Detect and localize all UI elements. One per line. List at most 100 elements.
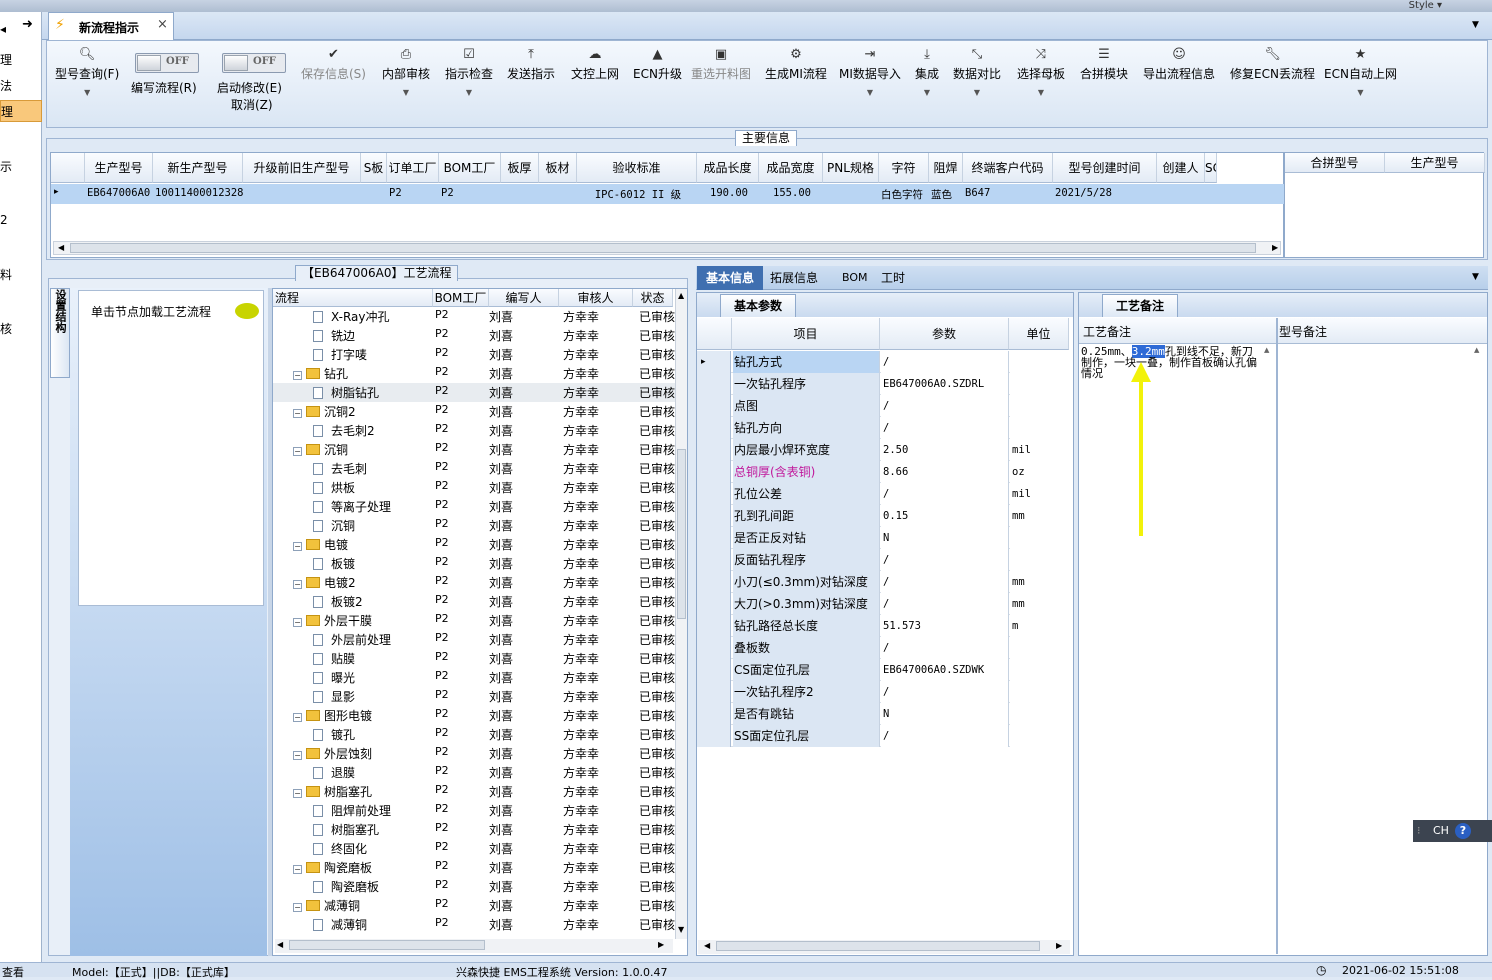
horizontal-scrollbar[interactable]: ◀ ▶ [275, 939, 673, 953]
table-cell[interactable]: P2 [439, 187, 501, 199]
column-header[interactable]: 板厚 [501, 153, 539, 183]
param-row[interactable]: 内层最小焊环宽度 2.50 mil [697, 439, 1069, 461]
tree-row[interactable]: − 钻孔 P2 刘喜 方幸幸 已审核 [273, 364, 675, 383]
collapse-icon[interactable]: − [293, 542, 302, 551]
param-row[interactable]: 点图 / [697, 395, 1069, 417]
tab-extended-info[interactable]: 拓展信息 [770, 266, 818, 290]
help-icon[interactable]: ? [1455, 823, 1471, 839]
tree-row[interactable]: − 电镀2 P2 刘喜 方幸幸 已审核 [273, 573, 675, 592]
tab-list-chevron-icon[interactable]: ▼ [1472, 272, 1479, 282]
scroll-thumb[interactable] [289, 940, 485, 950]
tree-row[interactable]: − 外层干膜 P2 刘喜 方幸幸 已审核 [273, 611, 675, 630]
param-value[interactable]: N [881, 703, 1009, 725]
scroll-thumb[interactable] [70, 243, 1256, 253]
column-header[interactable]: 成品长度 [697, 153, 759, 183]
horizontal-scrollbar[interactable]: ◀ ▶ [53, 241, 1281, 255]
table-cell[interactable]: EB647006A0 [85, 187, 153, 199]
tree-row[interactable]: − 陶瓷磨板 P2 刘喜 方幸幸 已审核 [273, 858, 675, 877]
param-value[interactable]: / [881, 681, 1009, 703]
set-structure-tab[interactable]: 设置结构 [50, 288, 70, 378]
close-tab-icon[interactable]: × [157, 17, 168, 32]
column-header[interactable]: 生产型号 [85, 153, 153, 183]
row-selector[interactable] [697, 417, 731, 439]
table-cell[interactable]: P2 [387, 187, 439, 199]
tree-row[interactable]: 陶瓷磨板 P2 刘喜 方幸幸 已审核 [273, 877, 675, 896]
row-selector[interactable] [697, 681, 731, 703]
tree-row[interactable]: 板镀2 P2 刘喜 方幸幸 已审核 [273, 592, 675, 611]
row-selector[interactable] [697, 461, 731, 483]
left-nav-item-7[interactable]: 核 [0, 318, 42, 340]
tree-row[interactable]: − 电镀 P2 刘喜 方幸幸 已审核 [273, 535, 675, 554]
scroll-thumb[interactable] [677, 449, 686, 619]
tree-row[interactable]: 树脂钻孔 P2 刘喜 方幸幸 已审核 [273, 383, 675, 402]
left-nav-item-6[interactable]: 料 [0, 264, 42, 286]
left-nav-item-3[interactable]: 理 [0, 100, 42, 122]
save-info-button[interactable]: ✔ 保存信息(S) [301, 45, 366, 82]
tree-row[interactable]: 烘板 P2 刘喜 方幸幸 已审核 [273, 478, 675, 497]
column-header[interactable]: 字符 [879, 153, 929, 183]
row-selector[interactable] [697, 505, 731, 527]
collapse-icon[interactable]: − [293, 371, 302, 380]
param-value[interactable]: / [881, 549, 1009, 571]
column-header[interactable]: 审核人 [559, 289, 633, 307]
column-header[interactable]: 阻焊 [929, 153, 963, 183]
model-note-scrollbar[interactable]: ▲ [1474, 346, 1484, 946]
collapse-icon[interactable]: − [293, 447, 302, 456]
reselect-cutting-button[interactable]: ▣ 重选开料图 [691, 45, 751, 82]
collapse-icon[interactable]: − [293, 789, 302, 798]
param-value[interactable]: N [881, 527, 1009, 549]
param-value[interactable]: / [881, 725, 1009, 747]
tree-row[interactable]: 终固化 P2 刘喜 方幸幸 已审核 [273, 839, 675, 858]
table-cell[interactable]: B647 [963, 187, 1053, 199]
table-row[interactable]: ▸ EB647006A0 10011400012328 P2 P2 IPC-6012 I… [51, 184, 1285, 204]
param-row[interactable]: 孔位公差 / mil [697, 483, 1069, 505]
data-compare-button[interactable]: ⤡ 数据对比 ▼ [953, 45, 1001, 97]
tree-row[interactable]: 树脂塞孔 P2 刘喜 方幸幸 已审核 [273, 820, 675, 839]
param-row[interactable]: ▸ 钻孔方式 / [697, 351, 1069, 373]
row-selector[interactable] [697, 527, 731, 549]
column-header[interactable]: 型号创建时间 [1053, 153, 1157, 183]
param-value[interactable]: / [881, 483, 1009, 505]
row-selector[interactable] [697, 571, 731, 593]
row-selector[interactable] [697, 593, 731, 615]
internal-review-button[interactable]: ⎙ 内部审核 ▼ [382, 45, 430, 97]
collapse-icon[interactable]: − [293, 903, 302, 912]
scroll-right-icon[interactable]: ▶ [1272, 243, 1278, 252]
table-cell[interactable]: 155.00 [759, 187, 823, 199]
scroll-left-icon[interactable]: ◀ [704, 941, 710, 950]
horizontal-scrollbar[interactable]: ◀ ▶ [698, 940, 1070, 954]
column-header[interactable]: 验收标准 [577, 153, 697, 183]
tree-row[interactable]: 减薄铜 P2 刘喜 方幸幸 已审核 [273, 915, 675, 934]
tree-row[interactable]: 阻焊前处理 P2 刘喜 方幸幸 已审核 [273, 801, 675, 820]
integrate-button[interactable]: ⤓ 集成 ▼ [915, 45, 939, 97]
row-selector[interactable] [697, 373, 731, 395]
tree-row[interactable]: 贴膜 P2 刘喜 方幸幸 已审核 [273, 649, 675, 668]
param-value[interactable]: 51.573 [881, 615, 1009, 637]
column-header[interactable]: 创建人 [1157, 153, 1205, 183]
column-header[interactable]: 状态 [633, 289, 673, 307]
ime-indicator[interactable]: ⁝ CH ? [1413, 820, 1492, 842]
tree-row[interactable]: 镀孔 P2 刘喜 方幸幸 已审核 [273, 725, 675, 744]
collapse-icon[interactable]: − [293, 409, 302, 418]
row-selector[interactable] [697, 615, 731, 637]
send-indicator-button[interactable]: ⤒ 发送指示 [507, 45, 555, 82]
row-selector[interactable] [697, 483, 731, 505]
collapse-icon[interactable]: − [293, 713, 302, 722]
process-note-textarea[interactable]: 0.25mm、3.2mm孔到线不足，新刀制作，一块一叠，制作首板确认孔偏情况 [1081, 345, 1261, 406]
param-value[interactable]: / [881, 637, 1009, 659]
column-header[interactable]: 成品宽度 [759, 153, 823, 183]
param-row[interactable]: CS面定位孔层 EB647006A0.SZDWK [697, 659, 1069, 681]
table-cell[interactable]: 白色字符 [879, 187, 929, 202]
start-modify-toggle[interactable]: OFF [222, 53, 286, 73]
tree-row[interactable]: 显影 P2 刘喜 方幸幸 已审核 [273, 687, 675, 706]
collapse-icon[interactable]: − [293, 865, 302, 874]
tree-row[interactable]: − 沉铜2 P2 刘喜 方幸幸 已审核 [273, 402, 675, 421]
scroll-right-icon[interactable]: ▶ [658, 940, 664, 949]
repair-ecn-button[interactable]: 🔧︎ 修复ECN丢流程 [1230, 45, 1315, 82]
tab-list-chevron-icon[interactable]: ▼ [1472, 20, 1479, 30]
row-selector[interactable] [697, 549, 731, 571]
tree-row[interactable]: 铣边 P2 刘喜 方幸幸 已审核 [273, 326, 675, 345]
tree-row[interactable]: − 沉铜 P2 刘喜 方幸幸 已审核 [273, 440, 675, 459]
param-row[interactable]: 小刀(≤0.3mm)对钻深度 / mm [697, 571, 1069, 593]
row-selector[interactable] [697, 725, 731, 747]
